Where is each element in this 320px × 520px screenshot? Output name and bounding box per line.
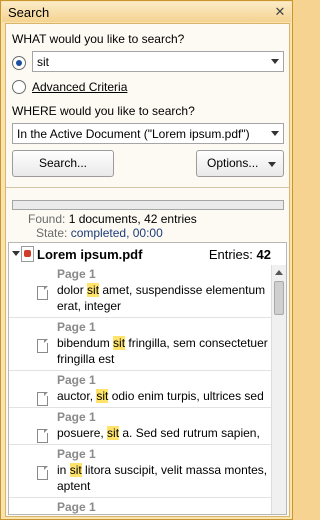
snippet-after: a. Sed sed rutrum sapien, (119, 426, 260, 440)
result-snippet: auctor, sit odio enim turpis, ultrices s… (57, 388, 271, 404)
panel-title: Search (8, 5, 50, 20)
result-page-label: Page 1 (57, 410, 96, 424)
search-scope-value: In the Active Document ("Lorem ipsum.pdf… (17, 127, 250, 141)
state-value: completed, 00:00 (70, 226, 163, 240)
snippet-match: sit (96, 389, 109, 403)
results-scrollbar[interactable] (271, 265, 286, 514)
result-item[interactable]: Page 1 bibendum sit fringilla, sem consec… (9, 318, 271, 371)
page-icon (37, 466, 48, 480)
snippet-match: sit (113, 336, 126, 350)
options-button[interactable]: Options... (196, 150, 284, 177)
found-value: 1 documents, 42 entries (68, 212, 197, 226)
title-bar: Search ✕ (2, 2, 291, 22)
page-icon (37, 339, 48, 353)
search-progress-bar (12, 200, 284, 210)
divider (6, 187, 289, 188)
search-button-label: Search... (38, 156, 88, 170)
search-scope-combo[interactable]: In the Active Document ("Lorem ipsum.pdf… (12, 123, 284, 144)
result-page-label: Page 1 (57, 500, 96, 514)
result-document-name: Lorem ipsum.pdf (37, 247, 143, 262)
chevron-down-icon[interactable] (271, 59, 279, 64)
result-entries-count: Entries: 42 (209, 247, 271, 262)
result-item[interactable]: Page 1 auctor, sit odio enim turpis, ultr… (9, 371, 271, 408)
result-item[interactable]: Page 1 posuere, sit a. Sed sed rutrum sap… (9, 408, 271, 445)
state-status: State: completed, 00:00 (36, 226, 163, 240)
results-tree[interactable]: Lorem ipsum.pdf Entries: 42 Page 1 dolor … (8, 242, 287, 515)
expand-triangle-icon[interactable] (12, 251, 20, 256)
scroll-up-icon[interactable] (275, 270, 283, 275)
search-button[interactable]: Search... (12, 150, 114, 177)
result-page-label: Page 1 (57, 373, 96, 387)
result-item[interactable]: Page 1 in sit litora suscipit, velit mass… (9, 445, 271, 498)
found-status: Found: 1 documents, 42 entries (28, 212, 197, 226)
what-label: WHAT would you like to search? (12, 32, 185, 46)
advanced-radio[interactable] (12, 80, 26, 94)
snippet-match: sit (107, 426, 120, 440)
page-icon (37, 392, 48, 406)
advanced-criteria-link[interactable]: Advanced Criteria (32, 80, 127, 94)
result-snippet: bibendum sit fringilla, sem consectetuer… (57, 335, 271, 367)
snippet-before: dolor (57, 283, 88, 297)
result-page-label: Page 1 (57, 447, 96, 461)
search-query-combo[interactable]: sit (32, 51, 284, 72)
result-list: Page 1 dolor sit amet, suspendisse elemen… (9, 265, 271, 514)
result-snippet: in sit litora suscipit, velit massa mont… (57, 462, 271, 494)
chevron-down-icon[interactable] (271, 131, 279, 136)
state-key: State: (36, 226, 68, 240)
options-button-label: Options... (207, 156, 259, 170)
entries-count: 42 (256, 247, 271, 262)
query-radio[interactable] (12, 56, 26, 70)
snippet-before: in (57, 463, 70, 477)
found-key: Found: (28, 212, 66, 226)
entries-label: Entries: (208, 247, 253, 262)
search-query-value: sit (37, 55, 49, 69)
result-page-label: Page 1 (57, 320, 96, 334)
result-item[interactable]: Page 1 (9, 498, 271, 514)
result-page-label: Page 1 (57, 267, 96, 281)
snippet-match: sit (87, 283, 100, 297)
result-document-row[interactable]: Lorem ipsum.pdf Entries: 42 (9, 243, 271, 265)
page-icon (37, 429, 48, 443)
chevron-down-icon (268, 162, 276, 167)
close-icon[interactable]: ✕ (273, 5, 287, 19)
panel-body: WHAT would you like to search? sit Advan… (5, 23, 290, 517)
snippet-before: posuere, (57, 426, 108, 440)
result-item[interactable]: Page 1 dolor sit amet, suspendisse elemen… (9, 265, 271, 318)
snippet-before: auctor, (57, 389, 97, 403)
result-snippet: posuere, sit a. Sed sed rutrum sapien, (57, 425, 271, 441)
where-label: WHERE would you like to search? (12, 104, 195, 118)
snippet-after: litora suscipit, velit massa montes, apt… (57, 463, 268, 493)
result-snippet: dolor sit amet, suspendisse elementum er… (57, 282, 271, 314)
snippet-after: odio enim turpis, ultrices sed (108, 389, 264, 403)
scroll-thumb[interactable] (274, 281, 284, 315)
pdf-document-icon (21, 246, 34, 262)
snippet-before: bibendum (57, 336, 114, 350)
page-icon (37, 286, 48, 300)
snippet-match: sit (69, 463, 82, 477)
search-panel: Search ✕ WHAT would you like to search? … (0, 0, 293, 520)
